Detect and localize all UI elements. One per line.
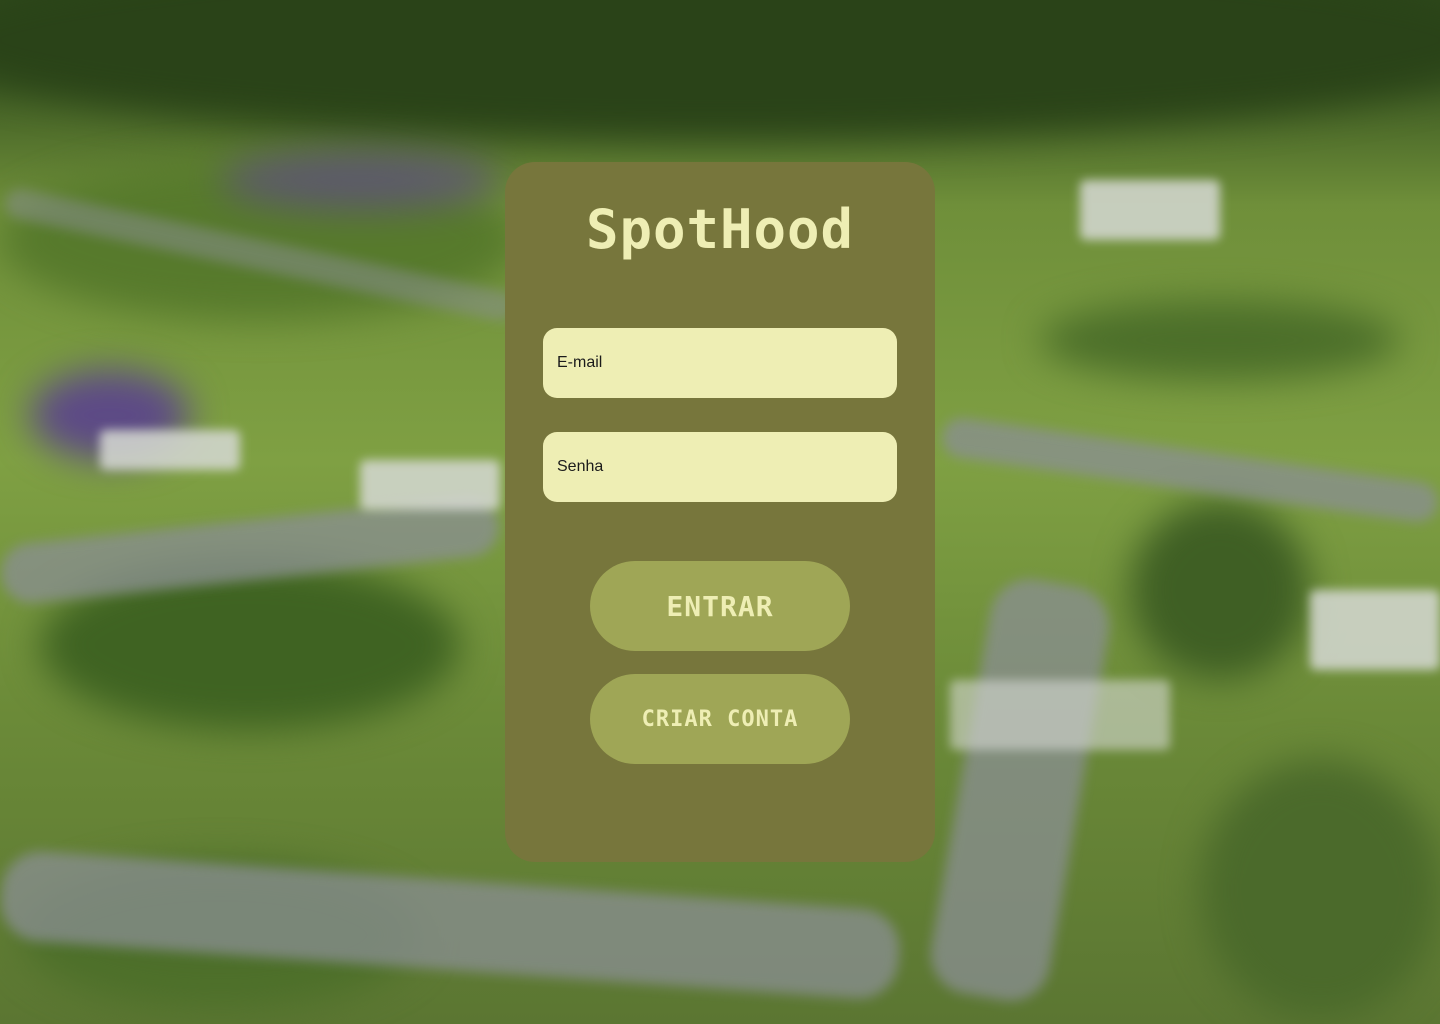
- app-logo-title: SpotHood: [585, 198, 855, 261]
- email-field[interactable]: [543, 328, 897, 398]
- enter-button[interactable]: ENTRAR: [590, 561, 850, 651]
- password-field[interactable]: [543, 432, 897, 502]
- create-account-button[interactable]: CRIAR CONTA: [590, 674, 850, 764]
